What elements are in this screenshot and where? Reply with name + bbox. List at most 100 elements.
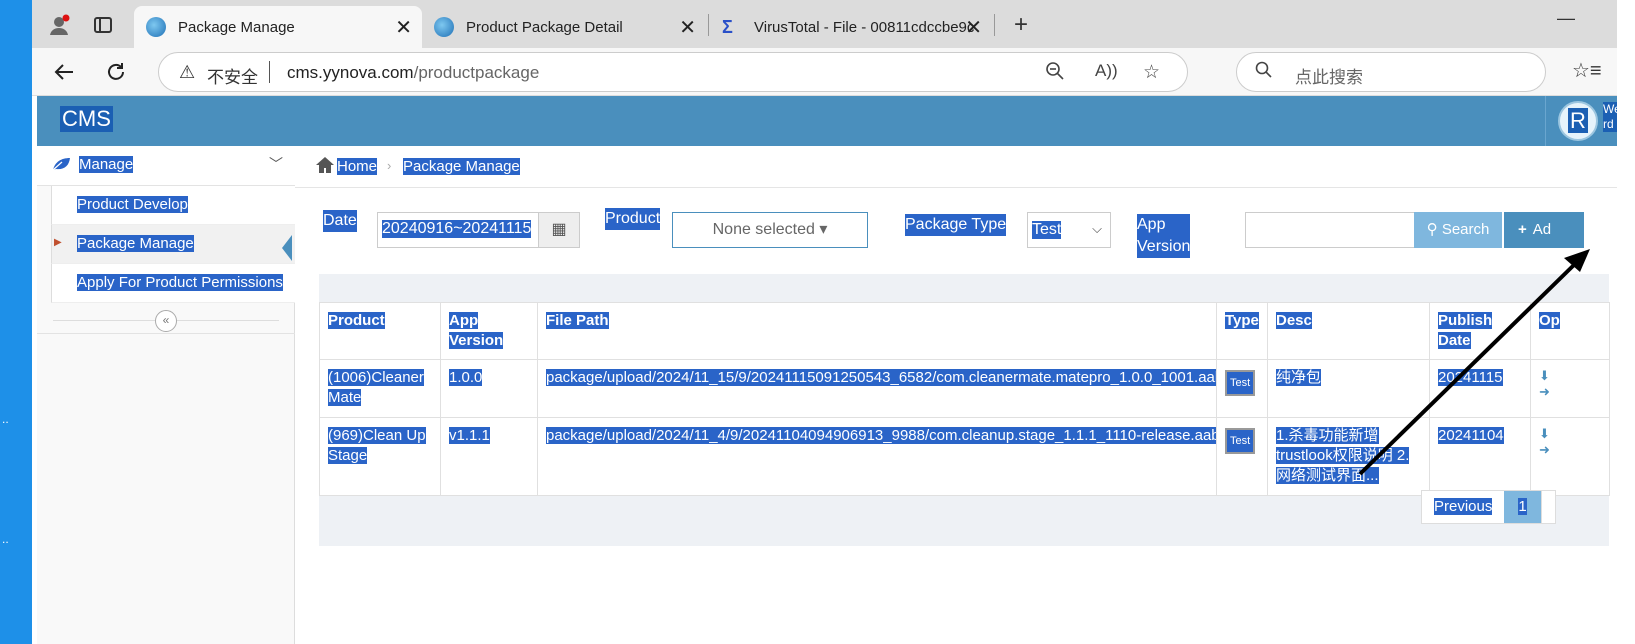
forward-icon[interactable]: ➜: [1539, 442, 1550, 457]
column-header[interactable]: Desc: [1267, 302, 1430, 360]
desktop-background: .. ..: [0, 0, 32, 644]
welcome-text: We: [1603, 102, 1621, 116]
app-version-label-line1: App: [1137, 216, 1166, 233]
browser-search-input[interactable]: 点此搜索: [1236, 52, 1546, 92]
cell-operations: ⬇ ➜: [1530, 359, 1610, 418]
search-button[interactable]: ⚲ Search: [1414, 212, 1502, 248]
chevron-right-icon: ›: [387, 158, 392, 173]
table-panel: Product App Version File Path Type Desc …: [319, 274, 1610, 546]
tab-title: VirusTotal - File - 00811cdccbe9cf: [754, 18, 974, 36]
user-greeting: We rd: [1603, 102, 1621, 132]
download-icon[interactable]: ⬇: [1539, 426, 1550, 441]
previous-label: Previous: [1434, 498, 1493, 515]
package-table: Product App Version File Path Type Desc …: [319, 302, 1610, 496]
breadcrumb: Home › Package Manage: [295, 146, 1635, 188]
tab-virustotal[interactable]: Σ VirusTotal - File - 00811cdccbe9cf ✕: [710, 6, 992, 48]
file-path-text: package/upload/2024/11_4/9/2024110409490…: [546, 427, 1216, 444]
tab-actions-icon[interactable]: [88, 10, 118, 40]
product-label: Product: [605, 208, 661, 230]
menu-label: Manage: [79, 156, 134, 173]
sidebar-item-package-manage[interactable]: ▶ Package Manage: [51, 225, 295, 264]
cell-publish-date: 20241104: [1429, 417, 1531, 496]
sidebar-menu-manage[interactable]: Manage ﹀: [37, 146, 295, 186]
cell-publish-date: 20241115: [1429, 359, 1531, 418]
tab-title: Product Package Detail: [466, 18, 623, 36]
column-header-label: Op: [1539, 312, 1560, 329]
sidebar-item-label: Product Develop: [77, 196, 188, 213]
profile-icon[interactable]: [44, 10, 74, 40]
tab-package-manage[interactable]: Package Manage ✕: [134, 6, 422, 48]
cms-logo[interactable]: CMS: [60, 106, 113, 132]
zoom-out-icon[interactable]: [1045, 61, 1065, 87]
sidebar-item-apply-permissions[interactable]: Apply For Product Permissions: [51, 264, 295, 303]
download-icon[interactable]: ⬇: [1539, 368, 1550, 383]
add-button[interactable]: + Ad: [1504, 212, 1584, 248]
back-icon[interactable]: [48, 56, 80, 88]
close-tab-icon[interactable]: ✕: [395, 15, 412, 40]
column-header-label: File Path: [546, 312, 609, 329]
tab-product-package-detail[interactable]: Product Package Detail ✕: [422, 6, 706, 48]
forward-icon[interactable]: ➜: [1539, 384, 1550, 399]
app-version-text: 1.0.0: [449, 369, 483, 386]
column-header[interactable]: Product: [319, 302, 441, 360]
column-header[interactable]: Type: [1216, 302, 1268, 360]
read-aloud-icon[interactable]: A)): [1095, 61, 1118, 81]
breadcrumb-current: Package Manage: [403, 158, 520, 175]
user-name: rd: [1603, 117, 1614, 131]
tab-strip: Package Manage ✕ Product Package Detail …: [32, 0, 1635, 48]
user-menu[interactable]: R We rd: [1545, 96, 1635, 146]
home-icon[interactable]: [315, 156, 335, 179]
chevron-down-icon: ⌵: [1092, 221, 1102, 236]
package-type-value: Test: [1032, 221, 1062, 239]
calendar-icon[interactable]: ▦: [538, 212, 580, 248]
type-badge: Test: [1225, 370, 1256, 396]
security-label: 不安全: [207, 68, 258, 87]
collapse-sidebar-icon[interactable]: «: [155, 310, 177, 332]
url-path: /productpackage: [413, 63, 540, 82]
close-tab-icon[interactable]: ✕: [965, 15, 982, 40]
column-header-label: App Version: [449, 312, 504, 349]
pagination: Previous 1: [1421, 490, 1556, 524]
cell-operations: ⬇ ➜: [1530, 417, 1610, 496]
package-type-select[interactable]: Test ⌵: [1027, 212, 1111, 248]
minimize-icon[interactable]: —: [1557, 8, 1575, 29]
add-button-label: Ad: [1532, 221, 1552, 238]
tab-separator: [708, 14, 709, 36]
column-header[interactable]: Publish Date: [1429, 302, 1531, 360]
close-tab-icon[interactable]: ✕: [679, 15, 696, 40]
column-header-label: Type: [1225, 312, 1259, 329]
cms-page: CMS R We rd Manage ﹀ Product Develop ▶ Pa…: [32, 96, 1635, 644]
cell-file-path: package/upload/2024/11_15/9/202411150912…: [537, 359, 1217, 418]
browser-window: Package Manage ✕ Product Package Detail …: [32, 0, 1635, 644]
avatar[interactable]: R: [1558, 101, 1598, 141]
date-range-input[interactable]: 20240916~20241115: [377, 212, 539, 248]
table-header-row: Product App Version File Path Type Desc …: [319, 302, 1610, 360]
cell-app-version: v1.1.1: [440, 417, 538, 496]
active-item-indicator: [282, 235, 292, 261]
cell-desc: 纯净包: [1267, 359, 1430, 418]
type-badge: Test: [1225, 428, 1256, 454]
breadcrumb-home[interactable]: Home: [337, 158, 378, 175]
date-label: Date: [323, 210, 357, 232]
product-select-value: None selected: [712, 221, 815, 238]
app-version-input[interactable]: [1245, 212, 1415, 248]
column-header[interactable]: File Path: [537, 302, 1217, 360]
column-header[interactable]: Op: [1530, 302, 1610, 360]
leaf-icon: [51, 156, 71, 174]
caret-down-icon: ▾: [819, 221, 828, 238]
operation-icons: ⬇ ➜: [1539, 426, 1601, 458]
url-field[interactable]: ⚠ 不安全 cms.yynova.com/productpackage A)) …: [158, 52, 1188, 92]
sidebar-item-product-develop[interactable]: Product Develop: [51, 186, 295, 225]
previous-page-button[interactable]: Previous: [1422, 491, 1504, 523]
next-page-button[interactable]: [1540, 491, 1555, 523]
plus-icon: +: [1518, 221, 1527, 238]
favorites-icon[interactable]: ☆≡: [1572, 58, 1602, 83]
favorite-star-icon[interactable]: ☆: [1143, 61, 1160, 84]
column-header[interactable]: App Version: [440, 302, 538, 360]
page-number-button[interactable]: 1: [1504, 491, 1541, 523]
reload-icon[interactable]: [100, 56, 132, 88]
search-placeholder: 点此搜索: [1295, 68, 1363, 87]
new-tab-icon[interactable]: +: [1006, 10, 1036, 40]
product-multiselect[interactable]: None selected ▾: [672, 212, 868, 248]
publish-date-text: 20241104: [1438, 427, 1504, 444]
